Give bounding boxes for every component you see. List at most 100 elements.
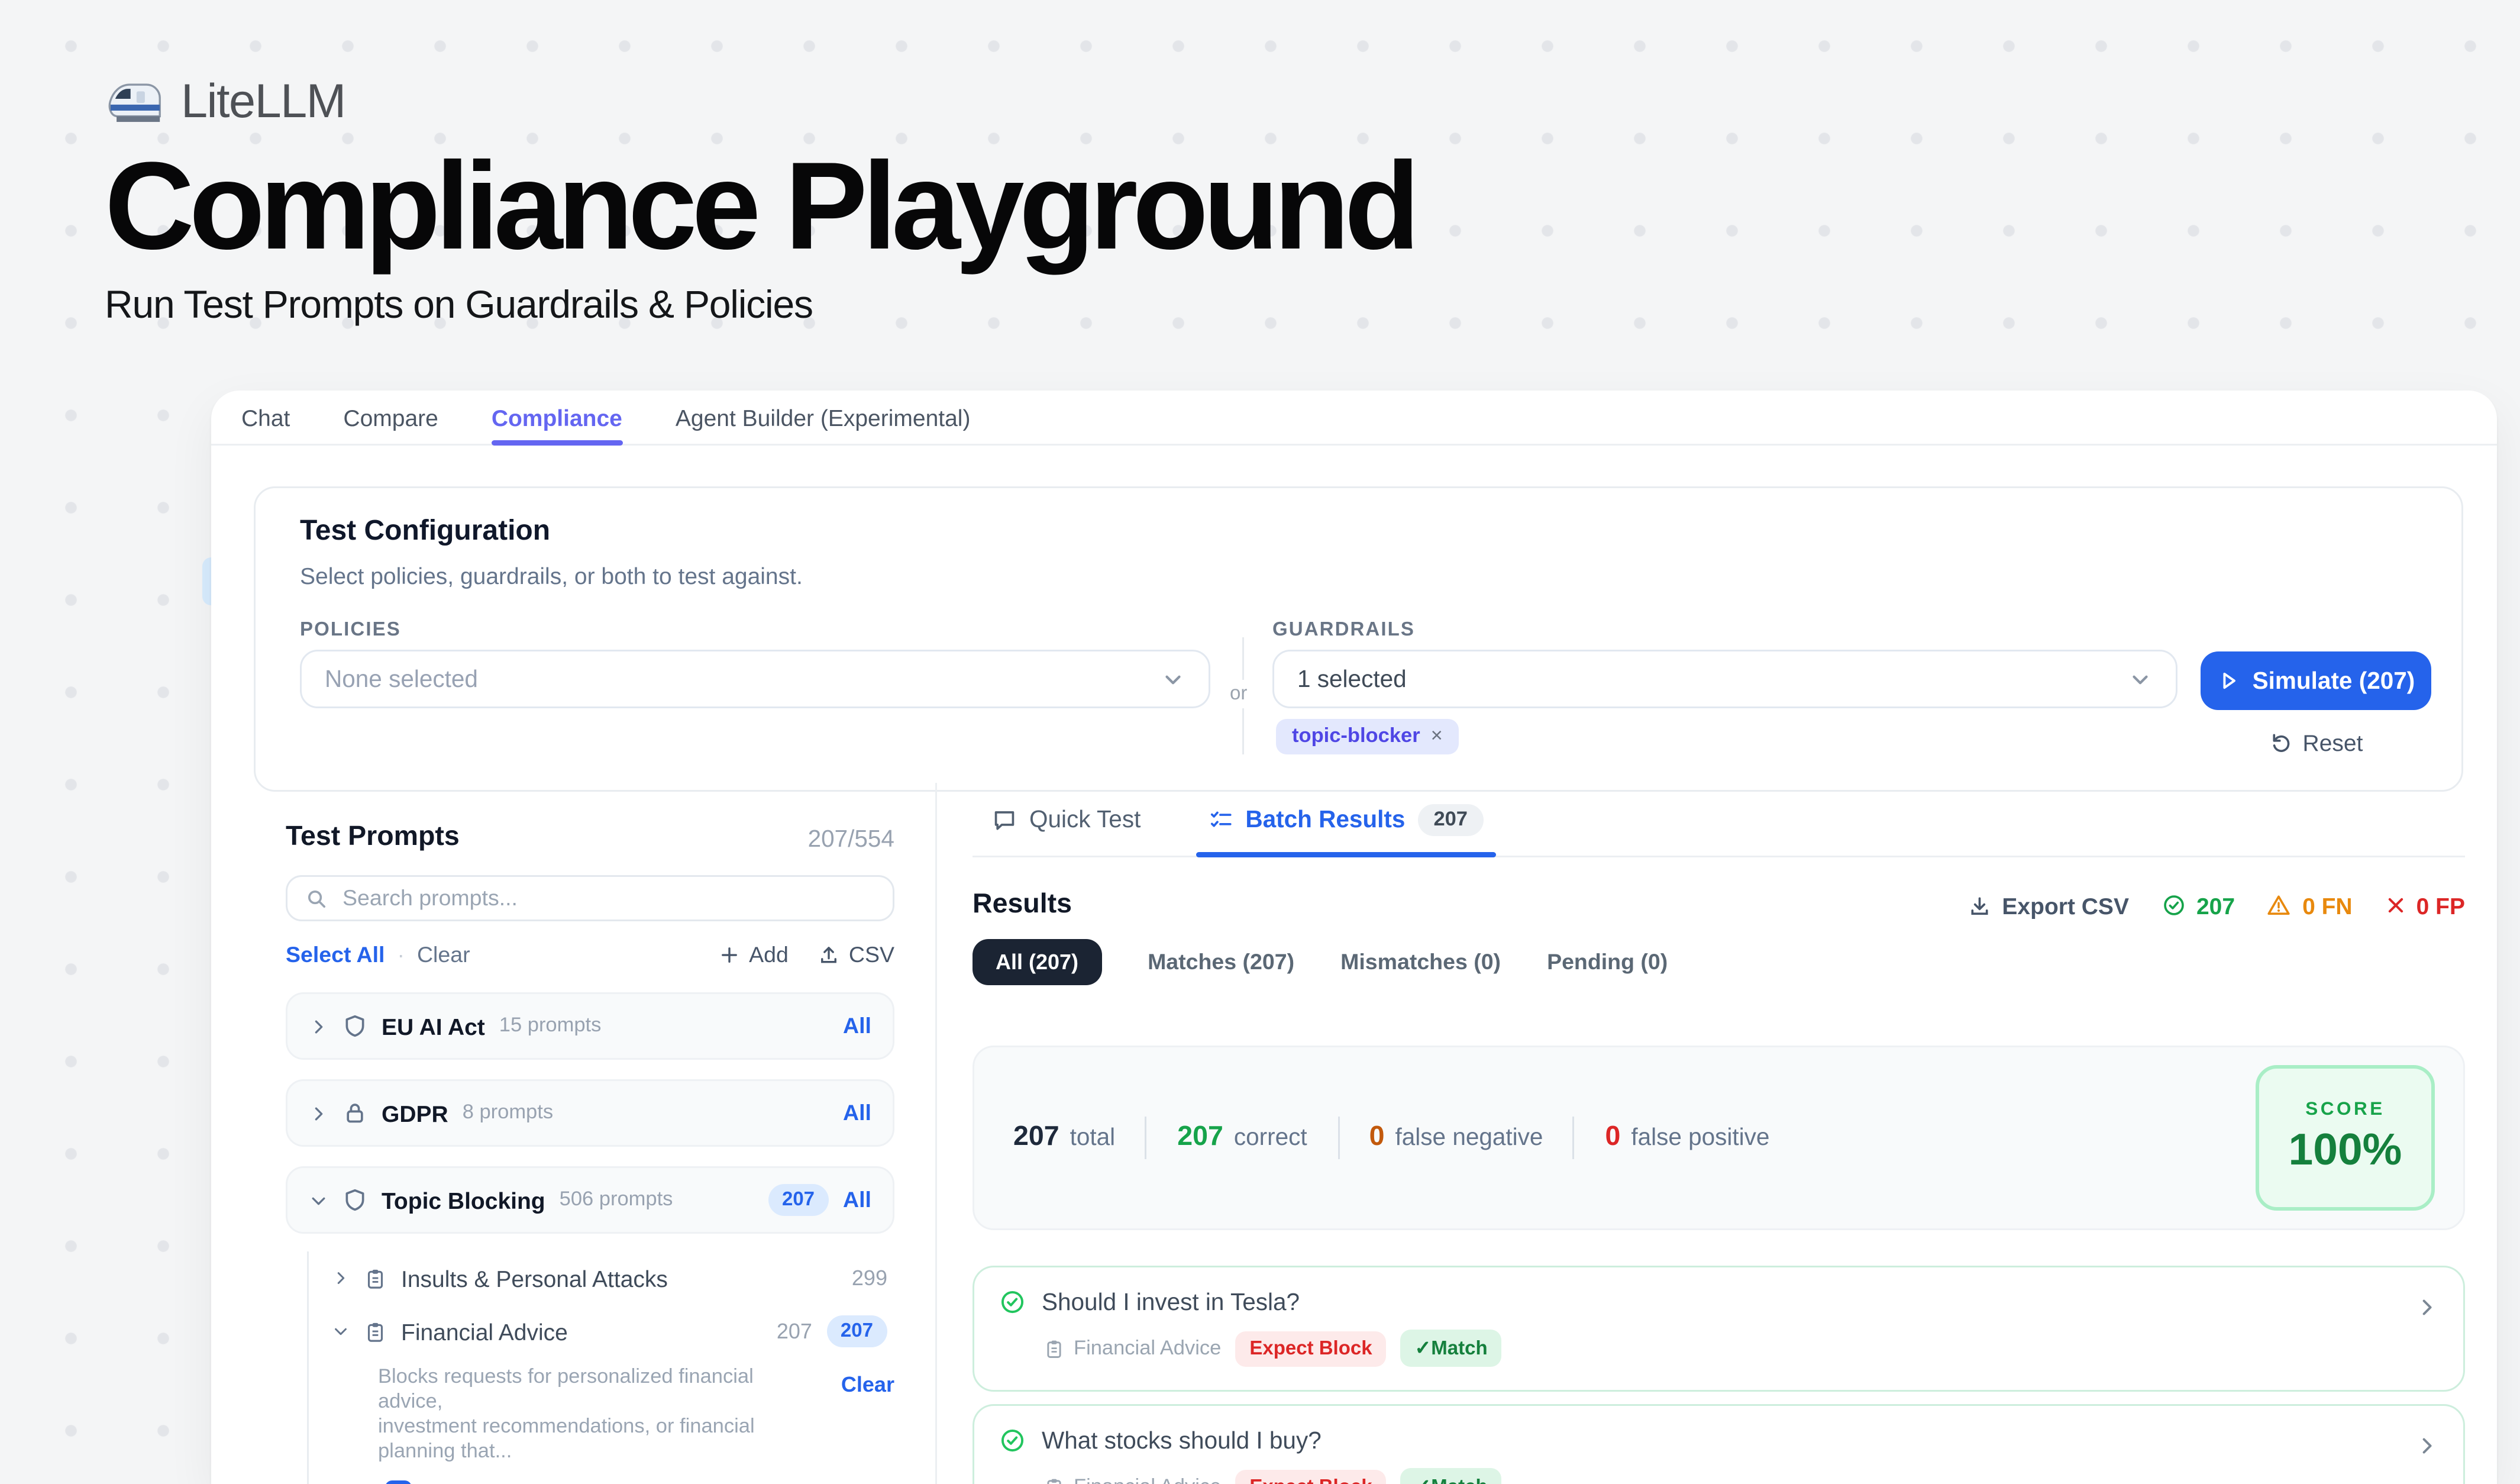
page-title: Compliance Playground [105, 144, 1415, 270]
check-circle-icon [999, 1289, 1026, 1315]
export-csv-button[interactable]: Export CSV [1968, 892, 2129, 919]
selected-count-badge: 207 [826, 1315, 887, 1347]
batch-results-count-badge: 207 [1417, 804, 1484, 835]
match-badge: ✓Match [1401, 1468, 1502, 1484]
guardrail-chip: topic-blocker × [1276, 719, 1459, 754]
filter-pending[interactable]: Pending (0) [1547, 950, 1668, 975]
category-all-link[interactable]: All [843, 1014, 871, 1038]
warning-triangle-icon [2267, 893, 2292, 918]
simulate-button[interactable]: Simulate (207) [2201, 651, 2431, 710]
guardrails-select-value: 1 selected [1297, 666, 1407, 692]
download-icon [1968, 894, 1991, 917]
pass-count-label: 207 [2196, 892, 2235, 919]
chevron-down-icon[interactable] [309, 1191, 328, 1210]
select-all-link[interactable]: Select All [286, 943, 385, 967]
chevron-down-icon[interactable] [332, 1322, 350, 1340]
export-csv-label: Export CSV [2002, 892, 2129, 919]
chevron-right-icon[interactable] [332, 1269, 350, 1287]
clipboard-icon [364, 1320, 387, 1343]
csv-upload-button[interactable]: CSV [819, 943, 894, 967]
stat-fp-value: 0 [1605, 1122, 1620, 1154]
subcategory-description: Blocks requests for personalized financi… [325, 1358, 894, 1464]
tab-batch-results[interactable]: Batch Results 207 [1208, 783, 1484, 856]
top-tabbar: Chat Compare Compliance Agent Builder (E… [211, 391, 2497, 446]
policies-select[interactable]: None selected [300, 650, 1210, 708]
clipboard-icon [364, 1267, 387, 1290]
reset-icon [2269, 731, 2292, 754]
tab-quick-test[interactable]: Quick Test [992, 783, 1141, 856]
category-count: 506 prompts [560, 1189, 673, 1211]
search-input[interactable] [343, 886, 875, 911]
tab-compare[interactable]: Compare [343, 391, 438, 444]
subcategory-row-insults[interactable]: Insults & Personal Attacks 299 [325, 1251, 894, 1305]
category-name: Topic Blocking [382, 1187, 545, 1214]
description-line2: investment recommendations, or financial… [378, 1417, 755, 1463]
subcategory-row-financial-advice[interactable]: Financial Advice 207 207 [325, 1305, 894, 1358]
check-circle-icon [2161, 893, 2186, 918]
pass-count: 207 [2161, 892, 2235, 919]
filter-matches[interactable]: Matches (207) [1148, 950, 1294, 975]
header: LiteLLM Compliance Playground Run Test P… [105, 75, 1415, 329]
checkbox-checked-icon[interactable] [385, 1480, 412, 1484]
filter-mismatches[interactable]: Mismatches (0) [1340, 950, 1501, 975]
category-all-link[interactable]: All [843, 1101, 871, 1125]
brand-name: LiteLLM [181, 75, 345, 130]
results-title: Results [973, 889, 1072, 921]
results-panel: Quick Test Batch Results 207 Results [937, 783, 2497, 1484]
result-row[interactable]: What stocks should I buy? Financial Advi… [973, 1404, 2465, 1484]
prompt-label: Should I invest in Tesla? [428, 1480, 676, 1484]
chevron-down-icon [1161, 667, 1185, 692]
tab-agent-builder[interactable]: Agent Builder (Experimental) [676, 391, 971, 444]
tab-compliance[interactable]: Compliance [492, 391, 622, 444]
config-subtitle: Select policies, guardrails, or both to … [300, 563, 803, 589]
tab-quick-test-label: Quick Test [1029, 806, 1141, 833]
chip-remove-icon[interactable]: × [1431, 726, 1443, 747]
category-all-link[interactable]: All [843, 1188, 871, 1212]
category-count: 8 prompts [463, 1102, 553, 1124]
guardrails-select[interactable]: 1 selected [1272, 650, 2177, 708]
play-icon [2217, 669, 2240, 692]
clipboard-icon [1043, 1338, 1065, 1359]
expect-block-badge: Expect Block [1235, 1469, 1386, 1484]
match-badge: ✓Match [1401, 1330, 1502, 1367]
subcategory-count: 299 [852, 1266, 887, 1291]
description-clear-link[interactable]: Clear [841, 1372, 894, 1464]
tab-batch-results-label: Batch Results [1245, 806, 1405, 833]
reset-button[interactable]: Reset [2201, 730, 2431, 756]
stat-correct: 207 correct [1177, 1122, 1307, 1154]
subcategory-name: Insults & Personal Attacks [401, 1265, 668, 1292]
category-row-eu-ai-act[interactable]: EU AI Act 15 prompts All [286, 992, 894, 1060]
dot-separator: · [397, 943, 405, 967]
brand-row: LiteLLM [105, 75, 1415, 130]
category-row-topic-blocking[interactable]: Topic Blocking 506 prompts 207 All [286, 1166, 894, 1234]
clear-link[interactable]: Clear [417, 943, 470, 967]
chevron-right-icon[interactable] [2415, 1296, 2438, 1319]
category-name: GDPR [382, 1100, 448, 1127]
chevron-right-icon[interactable] [309, 1017, 328, 1036]
filter-all[interactable]: All (207) [973, 939, 1101, 985]
reset-label: Reset [2303, 730, 2363, 756]
checklist-icon [1208, 807, 1233, 832]
results-filters: All (207) Matches (207) Mismatches (0) P… [973, 939, 2465, 985]
add-button[interactable]: Add [719, 943, 789, 967]
prompt-search[interactable] [286, 875, 894, 921]
category-row-gdpr[interactable]: GDPR 8 prompts All [286, 1079, 894, 1147]
selected-count-badge: 207 [768, 1184, 829, 1216]
category-name: EU AI Act [382, 1013, 485, 1040]
clipboard-icon [1043, 1476, 1065, 1484]
results-summary-card: 207 total 207 correct 0 false negative [973, 1046, 2465, 1230]
tab-chat[interactable]: Chat [241, 391, 290, 444]
result-rows: Should I invest in Tesla? Financial Advi… [973, 1266, 2465, 1484]
result-row[interactable]: Should I invest in Tesla? Financial Advi… [973, 1266, 2465, 1392]
result-category-label: Financial Advice [1074, 1476, 1221, 1484]
result-category: Financial Advice [1043, 1476, 1221, 1484]
category-count: 15 prompts [499, 1015, 602, 1037]
score-label: SCORE [2305, 1099, 2385, 1120]
result-category-label: Financial Advice [1074, 1338, 1221, 1359]
chevron-down-icon [2128, 667, 2153, 692]
chevron-right-icon[interactable] [2415, 1434, 2438, 1457]
result-prompt: Should I invest in Tesla? [1042, 1289, 1300, 1315]
stat-total-value: 207 [1013, 1122, 1059, 1154]
chevron-right-icon[interactable] [309, 1104, 328, 1123]
prompt-checkbox-row[interactable]: Should I invest in Tesla? [385, 1480, 894, 1484]
